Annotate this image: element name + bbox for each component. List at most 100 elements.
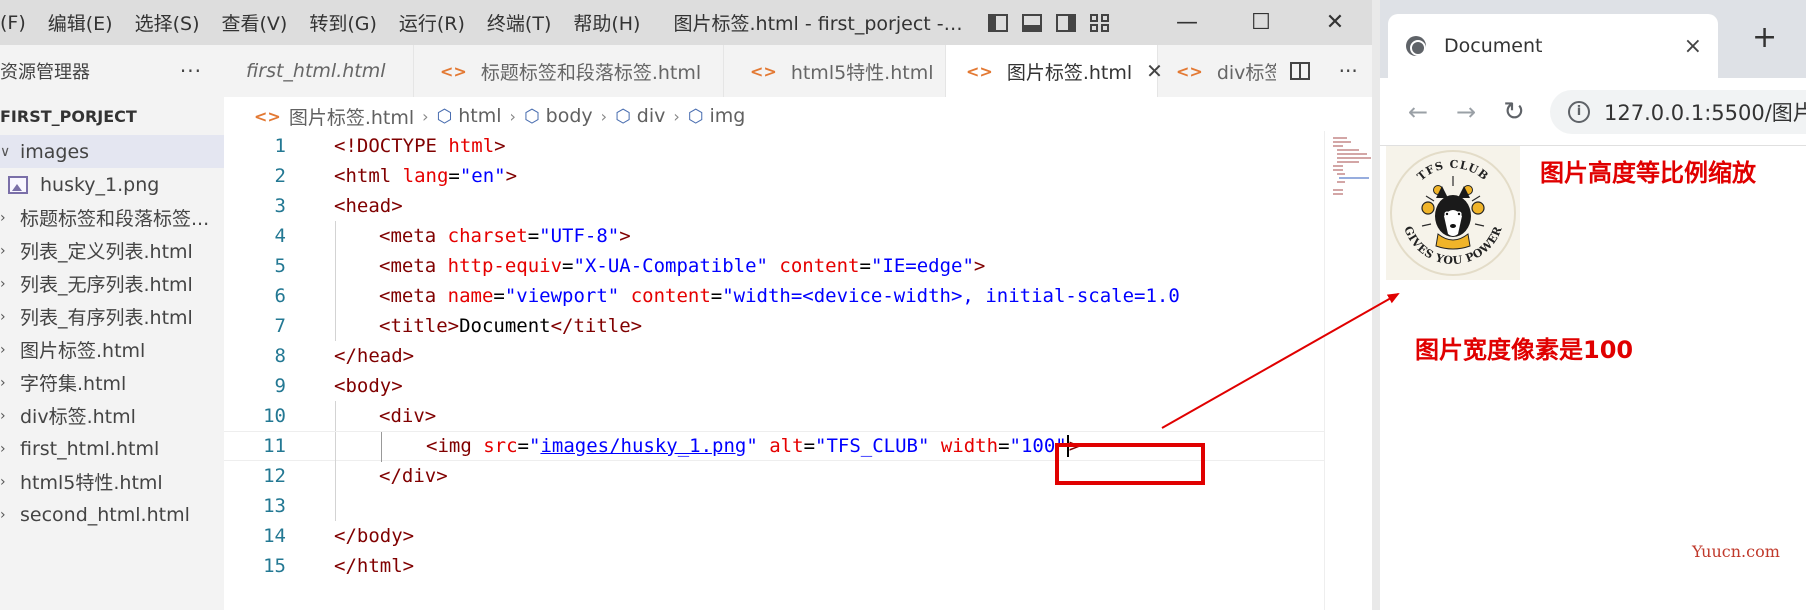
tab-html5[interactable]: <> html5特性.html (724, 45, 946, 97)
tree-file-img[interactable]: › 图片标签.html (0, 333, 224, 366)
tree-file-husky[interactable]: husky_1.png (0, 168, 224, 201)
address-bar[interactable]: i 127.0.0.1:5500/图片标签 (1550, 89, 1806, 134)
tree-file-heading[interactable]: › 标题标签和段落标签... (0, 201, 224, 234)
breadcrumb-div[interactable]: div (637, 105, 666, 127)
tree-file-ol[interactable]: › 列表_有序列表.html (0, 300, 224, 333)
code-line[interactable]: 14 </body> (224, 521, 1324, 551)
menu-terminal[interactable]: 终端(T) (476, 9, 562, 36)
code-line[interactable]: 13 (224, 491, 1324, 521)
element-icon: ⬡ (615, 105, 631, 127)
code-line[interactable]: 7 <title>Document</title> (224, 311, 1324, 341)
menu-file[interactable]: (F) (0, 12, 37, 34)
close-icon[interactable]: × (1684, 34, 1702, 59)
breadcrumb-html[interactable]: html (458, 105, 501, 127)
code-token: "IE=edge" (870, 255, 974, 277)
code-token: src (471, 434, 518, 457)
toggle-panel-icon[interactable] (1022, 13, 1042, 32)
page-content: TFS CLUB GIVES YOU POWER 图片高度等比例缩放 (1380, 146, 1806, 610)
tree-file-div[interactable]: › div标签.html (0, 399, 224, 432)
menu-go[interactable]: 转到(G) (298, 9, 388, 36)
code-line[interactable]: 2 <html lang="en"> (224, 161, 1324, 191)
breadcrumb-file[interactable]: 图片标签.html (289, 103, 414, 130)
code-token: Document (459, 315, 551, 337)
window-divider (1372, 0, 1380, 610)
menu-help[interactable]: 帮助(H) (562, 9, 651, 36)
html-file-icon: <> (750, 61, 777, 81)
project-root[interactable]: FIRST_PORJECT (0, 97, 224, 135)
tree-file-second[interactable]: › second_html.html (0, 498, 224, 531)
code-token: http-equiv (436, 255, 563, 277)
highlight-box (1055, 443, 1205, 485)
code-line[interactable]: 10 <div> (224, 401, 1324, 431)
customize-layout-icon[interactable] (1090, 13, 1110, 32)
code-token: </html> (334, 555, 415, 577)
window-title: 图片标签.html - first_porject - Visual Studi… (673, 13, 966, 35)
tab-label: first_html.html (246, 60, 386, 82)
tab-image-tag[interactable]: <> 图片标签.html ✕ (946, 45, 1163, 97)
code-token: <title> (379, 315, 460, 337)
menu-view[interactable]: 查看(V) (211, 9, 299, 36)
code-token: content (767, 255, 860, 277)
toggle-secondary-sidebar-icon[interactable] (1056, 13, 1076, 32)
minimize-icon[interactable]: — (1150, 0, 1224, 45)
info-icon[interactable]: i (1568, 100, 1590, 123)
tree-file-ul[interactable]: › 列表_无序列表.html (0, 267, 224, 300)
tree-file-html5[interactable]: › html5特性.html (0, 465, 224, 498)
toggle-primary-sidebar-icon[interactable] (988, 13, 1008, 32)
line-number: 14 (263, 525, 286, 547)
close-icon[interactable]: ✕ (1298, 0, 1372, 45)
more-actions-icon[interactable]: ··· (180, 59, 202, 83)
minimap[interactable] (1324, 131, 1372, 610)
tree-file-label: husky_1.png (40, 173, 160, 196)
chevron-right-icon: › (0, 209, 6, 226)
tree-file-charset[interactable]: › 字符集.html (0, 366, 224, 399)
menu-selection[interactable]: 选择(S) (124, 9, 211, 36)
tree-file-label: first_html.html (20, 437, 160, 460)
code-line[interactable]: 6 <meta name="viewport" content="width=<… (224, 281, 1324, 311)
tab-label: 图片标签.html (1006, 61, 1133, 84)
maximize-icon[interactable]: ☐ (1224, 0, 1298, 45)
tree-file-first[interactable]: › first_html.html (0, 432, 224, 465)
code-token: = (859, 255, 871, 277)
code-editor[interactable]: 1 <!DOCTYPE html> 2 <html lang="en"> 3 <… (224, 131, 1324, 581)
code-line[interactable]: 4 <meta charset="UTF-8"> (224, 221, 1324, 251)
line-number: 6 (274, 285, 286, 307)
tab-label: 标题标签和段落标签.html (480, 61, 702, 84)
code-line[interactable]: 1 <!DOCTYPE html> (224, 131, 1324, 161)
new-tab-icon[interactable]: + (1752, 20, 1777, 55)
tab-div[interactable]: <> div标签. (1158, 45, 1276, 97)
split-editor-icon[interactable] (1290, 62, 1311, 80)
menu-run[interactable]: 运行(R) (388, 9, 476, 36)
code-token: <meta (379, 255, 437, 277)
more-actions-icon[interactable]: ··· (1339, 59, 1358, 83)
code-link[interactable]: images/husky_1.png (540, 435, 746, 457)
tree-file-label: 列表_有序列表.html (20, 307, 193, 329)
code-line[interactable]: 9 <body> (224, 371, 1324, 401)
code-token: </title> (550, 315, 643, 337)
address-text: 127.0.0.1:5500/图片标签 (1604, 100, 1806, 125)
code-line[interactable]: 8 </head> (224, 341, 1324, 371)
tree-file-label: 标题标签和段落标签... (20, 208, 210, 230)
menu-edit[interactable]: 编辑(E) (37, 9, 124, 36)
code-token: "X-UA-Compatible" (573, 255, 768, 277)
breadcrumb-img[interactable]: img (710, 105, 746, 127)
code-line[interactable]: 5 <meta http-equiv="X-UA-Compatible" con… (224, 251, 1324, 281)
reload-icon[interactable]: ↻ (1490, 97, 1538, 127)
line-number: 12 (263, 465, 286, 487)
code-line[interactable]: 3 <head> (224, 191, 1324, 221)
chevron-right-icon: › (0, 407, 6, 424)
browser-tab[interactable]: Document × (1388, 14, 1718, 78)
line-number: 7 (274, 315, 286, 337)
tree-file-dl[interactable]: › 列表_定义列表.html (0, 234, 224, 267)
code-token: " (746, 434, 758, 457)
explorer-header: 资源管理器 ··· (0, 45, 224, 97)
forward-icon[interactable]: → (1442, 98, 1490, 126)
back-icon[interactable]: ← (1394, 98, 1442, 126)
tab-first-html[interactable]: first_html.html (224, 45, 414, 97)
tree-folder-images[interactable]: ∨ images (0, 135, 224, 168)
breadcrumb-body[interactable]: body (546, 105, 593, 127)
tree-file-label: 字符集.html (20, 373, 127, 395)
tab-heading[interactable]: <> 标题标签和段落标签.html (414, 45, 724, 97)
code-line[interactable]: 15 </html> (224, 551, 1324, 581)
chevron-right-icon: › (600, 106, 608, 126)
